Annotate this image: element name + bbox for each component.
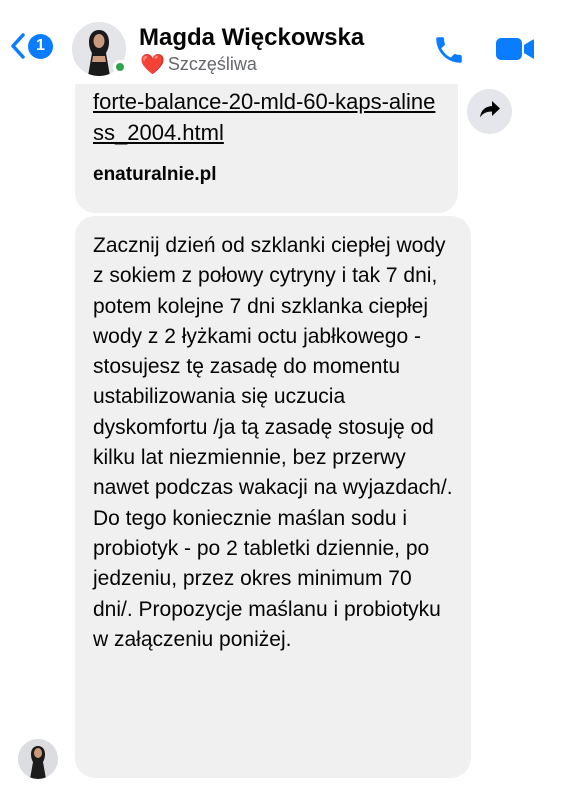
phone-icon [432,37,466,71]
share-button[interactable] [467,89,512,134]
video-call-button[interactable] [495,36,535,67]
contact-status: ❤️ Szczęśliwa [140,54,257,75]
link-domain: enaturalnie.pl [93,164,217,185]
message-bubble[interactable]: Zacznij dzień od szklanki ciepłej wody z… [75,216,471,778]
online-status-dot [113,60,127,74]
chat-header: 1 Magda Więckowska ❤️ Szczęśliwa [0,0,565,84]
person-silhouette-icon [18,739,58,779]
contact-avatar[interactable] [72,22,127,76]
chevron-left-icon [10,32,26,60]
forward-arrow-icon [479,99,501,124]
unread-count-badge: 1 [28,33,53,59]
status-text: Szczęśliwa [167,54,257,74]
back-button[interactable]: 1 [10,32,53,60]
sender-avatar[interactable] [18,739,58,779]
link-url[interactable]: forte-balance-20-mld-60-kaps-aliness_200… [93,86,440,148]
video-camera-icon [495,38,535,66]
heart-icon: ❤️ [140,53,165,76]
voice-call-button[interactable] [432,33,466,72]
contact-name[interactable]: Magda Więckowska [139,24,364,52]
message-text: Zacznij dzień od szklanki ciepłej wody z… [93,234,453,651]
